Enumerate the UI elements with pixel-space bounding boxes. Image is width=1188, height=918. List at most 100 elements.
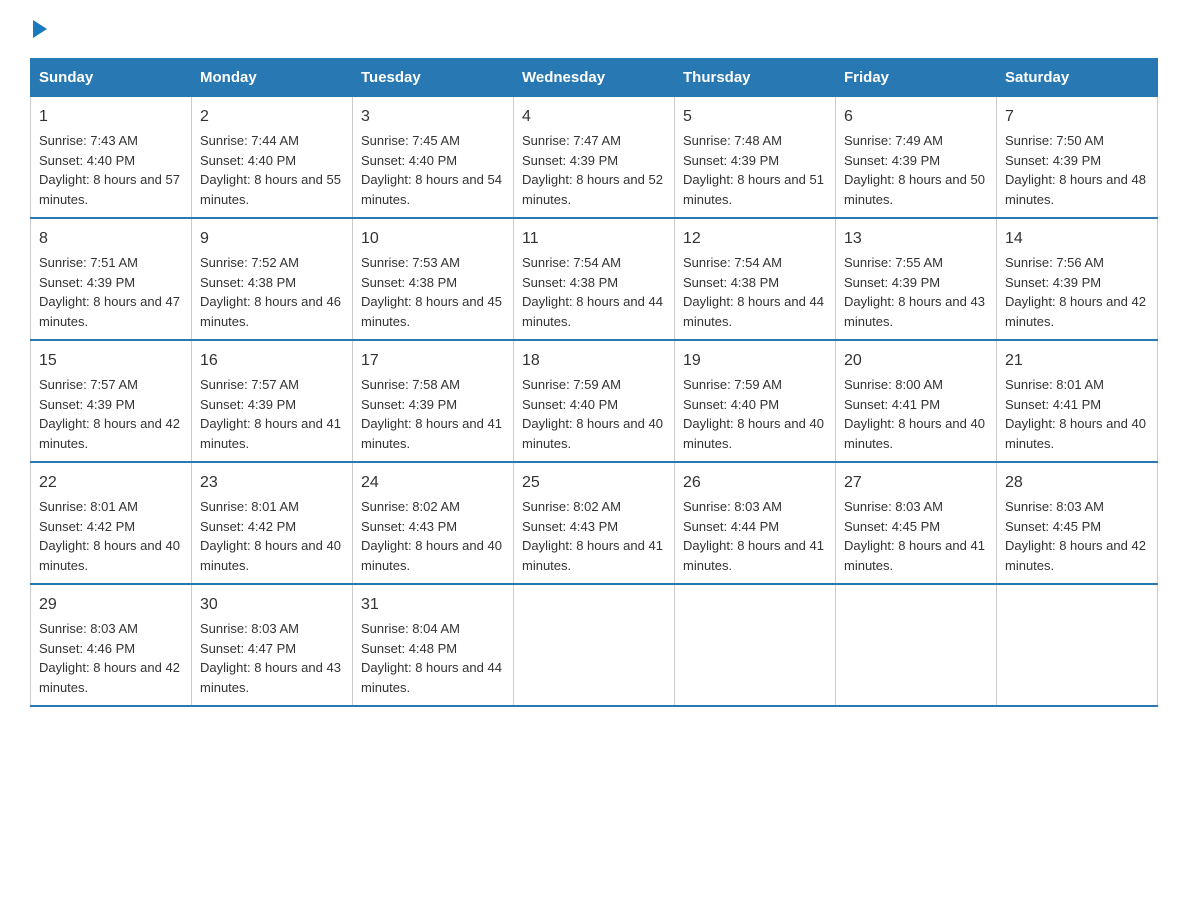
- calendar-cell: 26 Sunrise: 8:03 AMSunset: 4:44 PMDaylig…: [675, 462, 836, 584]
- day-number: 28: [1005, 471, 1149, 495]
- calendar-cell: 18 Sunrise: 7:59 AMSunset: 4:40 PMDaylig…: [514, 340, 675, 462]
- day-number: 20: [844, 349, 988, 373]
- calendar-cell: 4 Sunrise: 7:47 AMSunset: 4:39 PMDayligh…: [514, 97, 675, 219]
- day-number: 13: [844, 227, 988, 251]
- column-header-monday: Monday: [192, 59, 353, 97]
- day-number: 17: [361, 349, 505, 373]
- day-info: Sunrise: 8:03 AMSunset: 4:44 PMDaylight:…: [683, 499, 824, 573]
- day-info: Sunrise: 7:57 AMSunset: 4:39 PMDaylight:…: [200, 377, 341, 451]
- calendar-cell: 24 Sunrise: 8:02 AMSunset: 4:43 PMDaylig…: [353, 462, 514, 584]
- day-number: 25: [522, 471, 666, 495]
- day-number: 12: [683, 227, 827, 251]
- day-number: 14: [1005, 227, 1149, 251]
- calendar-cell: 31 Sunrise: 8:04 AMSunset: 4:48 PMDaylig…: [353, 584, 514, 706]
- day-number: 22: [39, 471, 183, 495]
- calendar-week-4: 22 Sunrise: 8:01 AMSunset: 4:42 PMDaylig…: [31, 462, 1158, 584]
- day-number: 18: [522, 349, 666, 373]
- calendar-cell: [836, 584, 997, 706]
- day-info: Sunrise: 7:47 AMSunset: 4:39 PMDaylight:…: [522, 133, 663, 207]
- day-info: Sunrise: 8:02 AMSunset: 4:43 PMDaylight:…: [361, 499, 502, 573]
- calendar-cell: 17 Sunrise: 7:58 AMSunset: 4:39 PMDaylig…: [353, 340, 514, 462]
- calendar-cell: 13 Sunrise: 7:55 AMSunset: 4:39 PMDaylig…: [836, 218, 997, 340]
- calendar-cell: 25 Sunrise: 8:02 AMSunset: 4:43 PMDaylig…: [514, 462, 675, 584]
- day-info: Sunrise: 7:43 AMSunset: 4:40 PMDaylight:…: [39, 133, 180, 207]
- day-info: Sunrise: 7:59 AMSunset: 4:40 PMDaylight:…: [522, 377, 663, 451]
- day-info: Sunrise: 8:03 AMSunset: 4:45 PMDaylight:…: [1005, 499, 1146, 573]
- calendar-cell: 27 Sunrise: 8:03 AMSunset: 4:45 PMDaylig…: [836, 462, 997, 584]
- day-number: 6: [844, 105, 988, 129]
- day-number: 16: [200, 349, 344, 373]
- day-number: 7: [1005, 105, 1149, 129]
- day-info: Sunrise: 8:01 AMSunset: 4:42 PMDaylight:…: [200, 499, 341, 573]
- day-number: 23: [200, 471, 344, 495]
- day-number: 15: [39, 349, 183, 373]
- calendar-body: 1 Sunrise: 7:43 AMSunset: 4:40 PMDayligh…: [31, 97, 1158, 707]
- calendar-cell: 14 Sunrise: 7:56 AMSunset: 4:39 PMDaylig…: [997, 218, 1158, 340]
- calendar-cell: 16 Sunrise: 7:57 AMSunset: 4:39 PMDaylig…: [192, 340, 353, 462]
- day-number: 29: [39, 593, 183, 617]
- calendar-cell: 6 Sunrise: 7:49 AMSunset: 4:39 PMDayligh…: [836, 97, 997, 219]
- day-number: 10: [361, 227, 505, 251]
- day-number: 26: [683, 471, 827, 495]
- column-header-saturday: Saturday: [997, 59, 1158, 97]
- day-number: 30: [200, 593, 344, 617]
- day-info: Sunrise: 7:54 AMSunset: 4:38 PMDaylight:…: [522, 255, 663, 329]
- day-info: Sunrise: 7:53 AMSunset: 4:38 PMDaylight:…: [361, 255, 502, 329]
- day-info: Sunrise: 8:03 AMSunset: 4:46 PMDaylight:…: [39, 621, 180, 695]
- page-header: [30, 20, 1158, 38]
- day-info: Sunrise: 8:03 AMSunset: 4:47 PMDaylight:…: [200, 621, 341, 695]
- calendar-cell: 3 Sunrise: 7:45 AMSunset: 4:40 PMDayligh…: [353, 97, 514, 219]
- day-info: Sunrise: 7:52 AMSunset: 4:38 PMDaylight:…: [200, 255, 341, 329]
- calendar-cell: 11 Sunrise: 7:54 AMSunset: 4:38 PMDaylig…: [514, 218, 675, 340]
- calendar-cell: 28 Sunrise: 8:03 AMSunset: 4:45 PMDaylig…: [997, 462, 1158, 584]
- day-number: 1: [39, 105, 183, 129]
- calendar-cell: 2 Sunrise: 7:44 AMSunset: 4:40 PMDayligh…: [192, 97, 353, 219]
- calendar-cell: 21 Sunrise: 8:01 AMSunset: 4:41 PMDaylig…: [997, 340, 1158, 462]
- calendar-cell: 30 Sunrise: 8:03 AMSunset: 4:47 PMDaylig…: [192, 584, 353, 706]
- day-number: 9: [200, 227, 344, 251]
- column-header-tuesday: Tuesday: [353, 59, 514, 97]
- column-header-friday: Friday: [836, 59, 997, 97]
- day-number: 4: [522, 105, 666, 129]
- logo-arrow-icon: [33, 20, 47, 38]
- day-number: 24: [361, 471, 505, 495]
- day-info: Sunrise: 7:56 AMSunset: 4:39 PMDaylight:…: [1005, 255, 1146, 329]
- calendar-cell: 19 Sunrise: 7:59 AMSunset: 4:40 PMDaylig…: [675, 340, 836, 462]
- day-number: 11: [522, 227, 666, 251]
- day-info: Sunrise: 7:59 AMSunset: 4:40 PMDaylight:…: [683, 377, 824, 451]
- calendar-cell: [675, 584, 836, 706]
- calendar-cell: [997, 584, 1158, 706]
- calendar-header: SundayMondayTuesdayWednesdayThursdayFrid…: [31, 59, 1158, 97]
- day-info: Sunrise: 7:57 AMSunset: 4:39 PMDaylight:…: [39, 377, 180, 451]
- calendar-week-1: 1 Sunrise: 7:43 AMSunset: 4:40 PMDayligh…: [31, 97, 1158, 219]
- calendar-table: SundayMondayTuesdayWednesdayThursdayFrid…: [30, 58, 1158, 707]
- day-info: Sunrise: 7:58 AMSunset: 4:39 PMDaylight:…: [361, 377, 502, 451]
- calendar-cell: 8 Sunrise: 7:51 AMSunset: 4:39 PMDayligh…: [31, 218, 192, 340]
- day-number: 2: [200, 105, 344, 129]
- day-number: 8: [39, 227, 183, 251]
- day-info: Sunrise: 7:44 AMSunset: 4:40 PMDaylight:…: [200, 133, 341, 207]
- calendar-cell: 15 Sunrise: 7:57 AMSunset: 4:39 PMDaylig…: [31, 340, 192, 462]
- day-info: Sunrise: 8:03 AMSunset: 4:45 PMDaylight:…: [844, 499, 985, 573]
- calendar-cell: 22 Sunrise: 8:01 AMSunset: 4:42 PMDaylig…: [31, 462, 192, 584]
- calendar-cell: 12 Sunrise: 7:54 AMSunset: 4:38 PMDaylig…: [675, 218, 836, 340]
- day-info: Sunrise: 8:00 AMSunset: 4:41 PMDaylight:…: [844, 377, 985, 451]
- day-number: 19: [683, 349, 827, 373]
- calendar-cell: 1 Sunrise: 7:43 AMSunset: 4:40 PMDayligh…: [31, 97, 192, 219]
- day-info: Sunrise: 8:01 AMSunset: 4:41 PMDaylight:…: [1005, 377, 1146, 451]
- day-number: 21: [1005, 349, 1149, 373]
- column-header-thursday: Thursday: [675, 59, 836, 97]
- day-info: Sunrise: 7:48 AMSunset: 4:39 PMDaylight:…: [683, 133, 824, 207]
- calendar-cell: 5 Sunrise: 7:48 AMSunset: 4:39 PMDayligh…: [675, 97, 836, 219]
- calendar-cell: 29 Sunrise: 8:03 AMSunset: 4:46 PMDaylig…: [31, 584, 192, 706]
- day-info: Sunrise: 7:45 AMSunset: 4:40 PMDaylight:…: [361, 133, 502, 207]
- column-header-wednesday: Wednesday: [514, 59, 675, 97]
- calendar-week-2: 8 Sunrise: 7:51 AMSunset: 4:39 PMDayligh…: [31, 218, 1158, 340]
- day-number: 5: [683, 105, 827, 129]
- day-number: 27: [844, 471, 988, 495]
- logo: [30, 20, 47, 38]
- calendar-cell: 20 Sunrise: 8:00 AMSunset: 4:41 PMDaylig…: [836, 340, 997, 462]
- day-info: Sunrise: 8:04 AMSunset: 4:48 PMDaylight:…: [361, 621, 502, 695]
- day-info: Sunrise: 7:55 AMSunset: 4:39 PMDaylight:…: [844, 255, 985, 329]
- column-header-sunday: Sunday: [31, 59, 192, 97]
